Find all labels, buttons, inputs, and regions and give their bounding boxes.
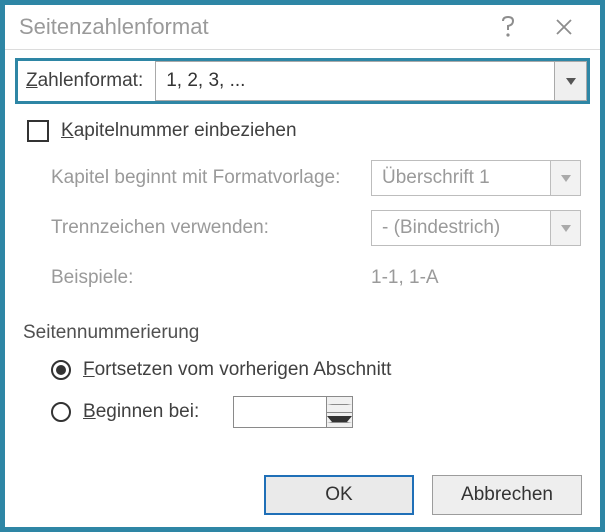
chapter-style-value: Überschrift 1 [372,161,550,195]
examples-label: Beispiele: [51,260,371,296]
include-chapter-checkbox-row[interactable]: Kapitelnummer einbeziehen [27,120,582,142]
chapter-style-label: Kapitel beginnt mit Formatvorlage: [51,160,371,196]
continue-radio[interactable] [51,360,71,380]
start-at-value[interactable] [234,397,326,427]
separator-combo: - (Bindestrich) [371,210,581,246]
titlebar-separator [5,49,600,50]
number-format-label: Zahlenformat: [18,61,155,101]
chapter-style-dropdown-button [550,161,580,195]
dialog-title: Seitenzahlenformat [19,14,480,40]
chapter-style-combo: Überschrift 1 [371,160,581,196]
separator-value: - (Bindestrich) [372,211,550,245]
examples-value: 1-1, 1-A [371,260,581,296]
separator-dropdown-button [550,211,580,245]
number-format-value: 1, 2, 3, ... [156,62,554,100]
page-numbering-section-title: Seitennummerierung [23,322,582,344]
number-format-row: Zahlenformat: 1, 2, 3, ... [15,58,590,104]
continue-radio-row[interactable]: Fortsetzen vom vorherigen Abschnitt [51,356,582,384]
page-numbering-radio-group: Fortsetzen vom vorherigen Abschnitt Begi… [51,356,582,440]
start-at-radio[interactable] [51,402,71,422]
chevron-down-icon [566,78,576,85]
dialog-body: Kapitelnummer einbeziehen Kapitel beginn… [5,118,600,467]
cancel-button[interactable]: Abbrechen [432,475,582,515]
include-chapter-checkbox[interactable] [27,120,49,142]
dialog-buttons: OK Abbrechen [5,467,600,527]
include-chapter-label: Kapitelnummer einbeziehen [61,120,297,142]
separator-label: Trennzeichen verwenden: [51,210,371,246]
help-button[interactable] [480,7,536,47]
chapter-options: Kapitel beginnt mit Formatvorlage: Übers… [51,160,582,296]
number-format-combo[interactable]: 1, 2, 3, ... [155,61,587,101]
start-at-radio-label: Beginnen bei: [83,401,199,423]
ok-button[interactable]: OK [264,475,414,515]
spinner-up-button[interactable] [327,397,352,413]
spinner-down-button[interactable] [327,413,352,428]
number-format-dropdown-button[interactable] [554,62,586,100]
start-at-spinner[interactable] [233,396,353,428]
close-icon [555,18,573,36]
dialog-window: Seitenzahlenformat Zahlenformat: 1, 2, 3… [0,0,605,532]
chevron-down-icon [561,175,571,182]
start-at-radio-row[interactable]: Beginnen bei: [51,398,582,426]
help-icon [499,15,517,39]
radio-dot-icon [56,365,66,375]
titlebar: Seitenzahlenformat [5,5,600,49]
arrow-down-icon [327,416,352,423]
close-button[interactable] [536,7,592,47]
arrow-up-icon [327,404,352,405]
continue-radio-label: Fortsetzen vom vorherigen Abschnitt [83,359,391,381]
spinner-arrows [326,397,352,427]
chevron-down-icon [561,225,571,232]
